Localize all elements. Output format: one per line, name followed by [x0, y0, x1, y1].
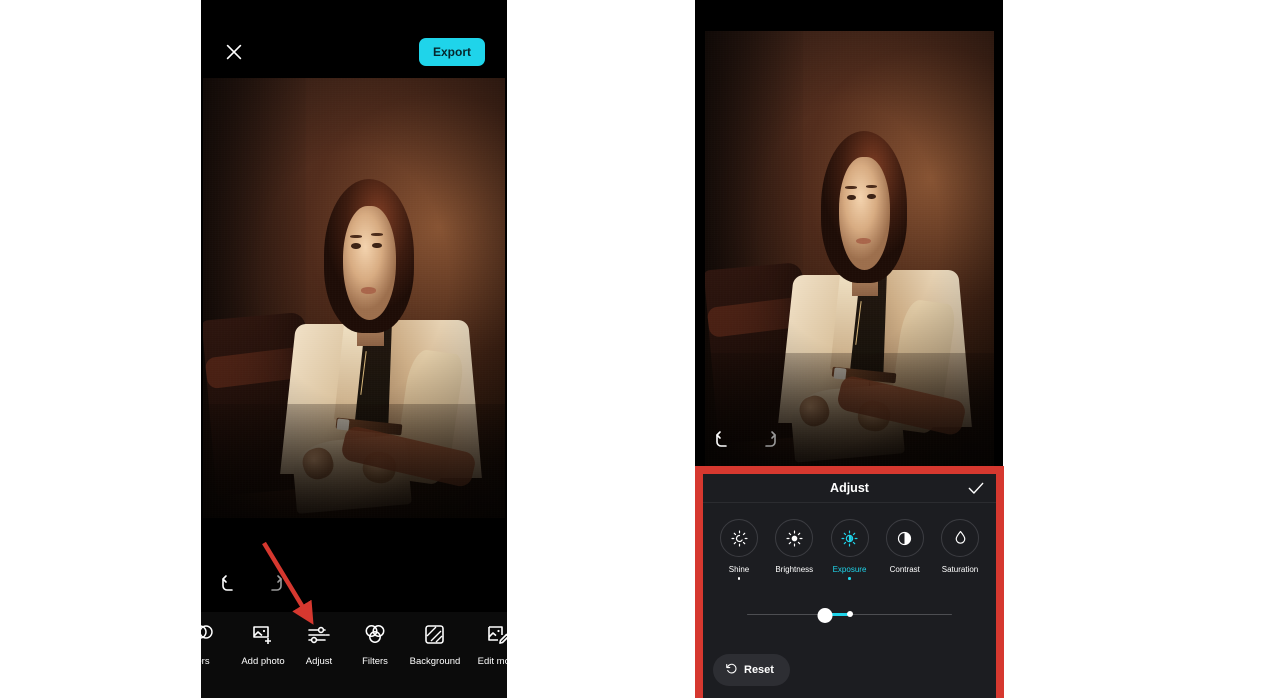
adjust-options-row: Shine Brightness Exposure Contrast Satur…: [703, 503, 996, 580]
annotation-arrow: [262, 541, 314, 625]
export-button[interactable]: Export: [418, 38, 485, 66]
toolbar-item-edit-more[interactable]: Edit more: [467, 622, 529, 667]
redo-arrow-icon[interactable]: [757, 429, 781, 453]
toolbar-label: Filters: [362, 656, 388, 667]
adjust-slider[interactable]: [747, 606, 952, 624]
phone-screen-left: [201, 0, 507, 698]
slider-thumb[interactable]: [817, 607, 833, 623]
toolbar-item-add-photo[interactable]: Add photo: [235, 622, 291, 667]
adjust-panel: Adjust Shine Brightness Exposure Contras…: [703, 474, 996, 698]
checkmark-icon[interactable]: [966, 478, 986, 498]
undo-arrow-icon[interactable]: [217, 573, 241, 597]
adjust-panel-header: Adjust: [703, 474, 996, 503]
photo-preview-left[interactable]: [203, 78, 505, 518]
close-x-icon[interactable]: [223, 41, 245, 63]
rotate-ccw-icon: [725, 662, 738, 678]
adjust-option-modified-dot: [737, 577, 741, 580]
photo-eyebrow-left: [845, 185, 857, 189]
undo-arrow-icon[interactable]: [711, 429, 735, 453]
edit-more-pencil-icon: [485, 622, 511, 648]
screenshot-canvas: Export ers Add photo Adjust Filters Back…: [0, 0, 1280, 698]
photo-eye-left: [350, 243, 361, 250]
sliders-icon: [306, 622, 332, 648]
brightness-icon: [775, 519, 814, 557]
toolbar-label: Edit more: [477, 656, 519, 667]
contrast-icon: [885, 519, 924, 557]
adjust-option-exposure[interactable]: Exposure: [826, 519, 874, 580]
history-controls-right: [711, 429, 781, 453]
reset-button[interactable]: Reset: [713, 654, 790, 686]
toolbar-label: Adjust: [305, 656, 333, 667]
toolbar-item-filters[interactable]: Filters: [347, 622, 403, 667]
photo-face: [343, 205, 397, 320]
slider-center-dot: [846, 611, 853, 617]
photo-lips: [360, 287, 377, 294]
photo-eye-left: [846, 194, 856, 201]
filters-circles-icon: [190, 622, 216, 648]
adjust-option-label: Contrast: [889, 565, 920, 574]
photo-lips: [855, 237, 871, 245]
photo-floor: [203, 403, 505, 518]
adjust-panel-title: Adjust: [830, 481, 869, 495]
photo-eyebrow-right: [865, 184, 878, 188]
saturation-drop-icon: [941, 519, 979, 557]
toolbar-item-adjust[interactable]: Adjust: [291, 622, 347, 667]
top-bar-left: Export: [201, 26, 507, 78]
adjust-option-shine[interactable]: Shine: [715, 519, 763, 580]
toolbar-label: Background: [409, 656, 461, 667]
adjust-option-saturation[interactable]: Saturation: [936, 519, 984, 580]
three-circles-icon: [362, 622, 388, 648]
exposure-icon: [830, 519, 869, 557]
photo-preview-right[interactable]: [705, 31, 994, 466]
toolbar-label: ers: [196, 656, 210, 667]
history-controls-left: [217, 573, 287, 597]
toolbar-label: Add photo: [241, 656, 285, 667]
bottom-toolbar-left: ers Add photo Adjust Filters Background …: [193, 612, 518, 698]
photo-eye-right: [372, 242, 382, 249]
toolbar-item-background[interactable]: Background: [403, 622, 467, 667]
add-photo-icon: [250, 622, 276, 648]
shine-icon: [720, 519, 758, 557]
adjust-option-label: Saturation: [941, 565, 979, 574]
adjust-option-label: Brightness: [775, 565, 814, 574]
reset-button-label: Reset: [744, 664, 774, 676]
toolbar-item-filters-partial[interactable]: ers: [175, 622, 231, 667]
background-hatch-icon: [422, 622, 448, 648]
photo-eyebrow-left: [349, 234, 362, 238]
redo-arrow-icon[interactable]: [263, 573, 287, 597]
adjust-option-brightness[interactable]: Brightness: [770, 519, 818, 580]
adjust-option-modified-dot: [848, 577, 851, 580]
photo-face: [839, 157, 890, 271]
adjust-option-label: Exposure: [832, 565, 867, 574]
adjust-option-label: Shine: [728, 565, 750, 574]
adjust-option-contrast[interactable]: Contrast: [881, 519, 929, 580]
